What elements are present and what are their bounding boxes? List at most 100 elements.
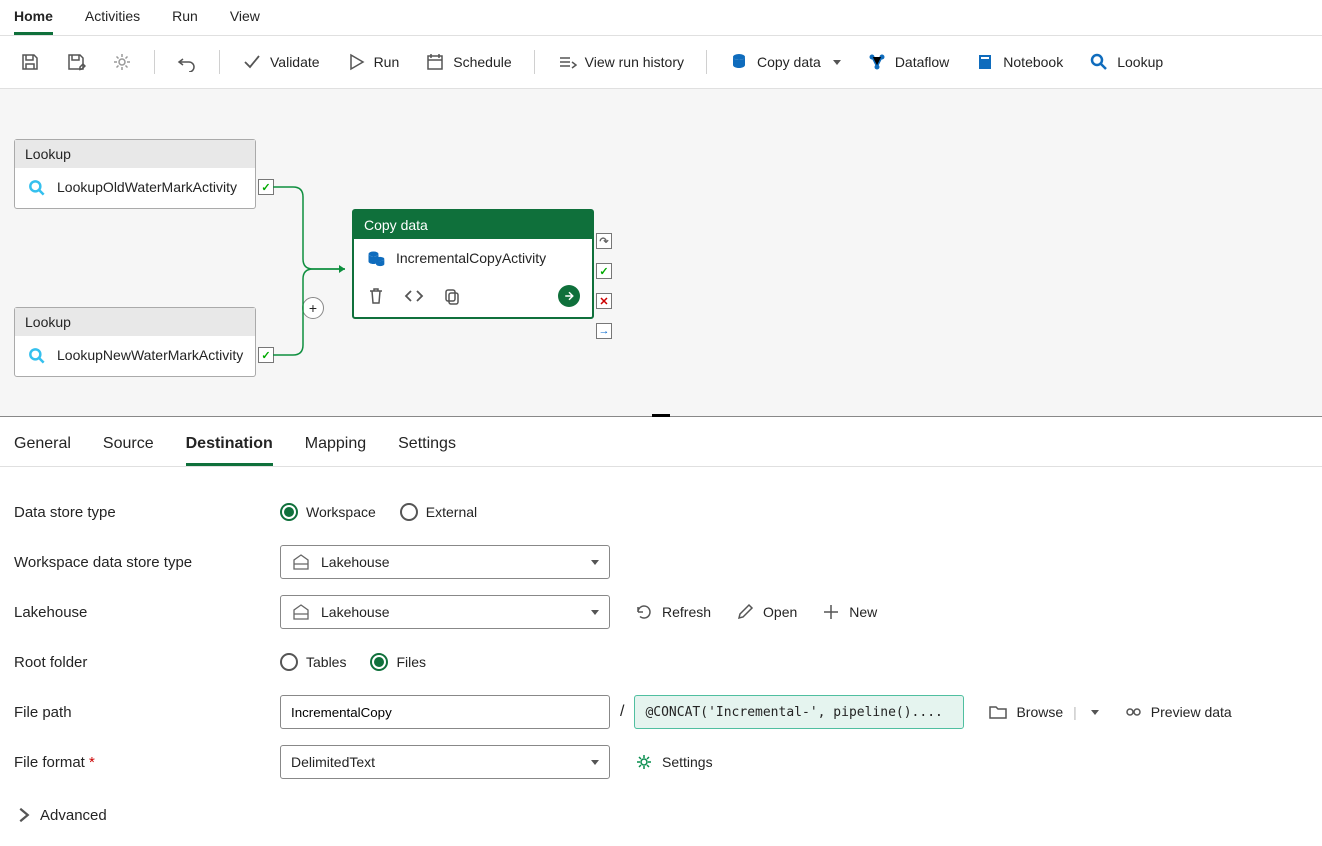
copy-data-label: Copy data bbox=[757, 54, 821, 70]
select-ws-store-type[interactable]: Lakehouse bbox=[280, 545, 610, 579]
tab-general[interactable]: General bbox=[14, 435, 71, 466]
chevron-down-icon bbox=[591, 610, 599, 615]
radio-off-icon bbox=[400, 503, 418, 521]
input-file-path-expression[interactable]: @CONCAT('Incremental-', pipeline().... bbox=[634, 695, 964, 729]
select-file-format[interactable]: DelimitedText bbox=[280, 745, 610, 779]
refresh-label: Refresh bbox=[662, 604, 711, 620]
skip-output-badge[interactable]: ↷ bbox=[596, 233, 612, 249]
label-file-path: File path bbox=[14, 704, 280, 721]
pipeline-canvas[interactable]: Lookup LookupOldWaterMarkActivity ✓ Look… bbox=[0, 89, 1322, 417]
save-button[interactable] bbox=[10, 46, 50, 78]
save-as-icon bbox=[66, 52, 86, 72]
dataflow-button[interactable]: Dataflow bbox=[857, 46, 959, 78]
undo-button[interactable] bbox=[167, 46, 207, 78]
radio-files[interactable]: Files bbox=[370, 653, 426, 671]
preview-label: Preview data bbox=[1151, 704, 1232, 720]
browse-button[interactable]: Browse bbox=[988, 702, 1063, 722]
path-separator: / bbox=[620, 703, 624, 721]
history-icon bbox=[557, 52, 577, 72]
panel-splitter[interactable] bbox=[652, 414, 670, 417]
open-label: Open bbox=[763, 604, 797, 620]
lakehouse-icon bbox=[291, 552, 311, 572]
chevron-down-icon bbox=[591, 760, 599, 765]
success-output-badge[interactable]: ✓ bbox=[258, 347, 274, 363]
select-value: Lakehouse bbox=[321, 604, 390, 620]
success-output-badge[interactable]: ✓ bbox=[596, 263, 612, 279]
check-icon bbox=[242, 52, 262, 72]
toolbar-separator: | bbox=[1073, 704, 1077, 720]
input-file-path-folder[interactable] bbox=[280, 695, 610, 729]
label-data-store-type: Data store type bbox=[14, 504, 280, 521]
calendar-icon bbox=[425, 52, 445, 72]
copy-data-button[interactable]: Copy data bbox=[719, 46, 851, 78]
dataflow-icon bbox=[867, 52, 887, 72]
delete-icon[interactable] bbox=[366, 286, 386, 306]
tab-destination[interactable]: Destination bbox=[186, 435, 273, 466]
run-button[interactable]: Run bbox=[336, 46, 410, 78]
activity-type-label: Copy data bbox=[354, 211, 592, 239]
activity-copy-data[interactable]: Copy data IncrementalCopyActivity bbox=[352, 209, 594, 319]
toolbar-separator bbox=[706, 50, 707, 74]
notebook-icon bbox=[975, 52, 995, 72]
radio-label: Workspace bbox=[306, 504, 376, 520]
toolbar: Validate Run Schedule View run history C… bbox=[0, 36, 1322, 89]
code-icon[interactable] bbox=[404, 286, 424, 306]
radio-label: Tables bbox=[306, 654, 346, 670]
ribbon-tab-activities[interactable]: Activities bbox=[85, 8, 140, 35]
settings-gear-button[interactable] bbox=[102, 46, 142, 78]
label-file-format: File format * bbox=[14, 754, 280, 771]
run-activity-icon[interactable] bbox=[558, 285, 580, 307]
copy-icon[interactable] bbox=[442, 286, 462, 306]
select-lakehouse[interactable]: Lakehouse bbox=[280, 595, 610, 629]
schedule-button[interactable]: Schedule bbox=[415, 46, 521, 78]
folder-icon bbox=[988, 702, 1008, 722]
open-button[interactable]: Open bbox=[735, 602, 797, 622]
radio-tables[interactable]: Tables bbox=[280, 653, 346, 671]
toolbar-separator bbox=[219, 50, 220, 74]
completion-output-badge[interactable]: → bbox=[596, 323, 612, 339]
activity-lookup-old[interactable]: Lookup LookupOldWaterMarkActivity bbox=[14, 139, 256, 209]
advanced-label: Advanced bbox=[40, 807, 107, 824]
tab-settings[interactable]: Settings bbox=[398, 435, 456, 466]
radio-on-icon bbox=[370, 653, 388, 671]
tab-source[interactable]: Source bbox=[103, 435, 154, 466]
save-icon bbox=[20, 52, 40, 72]
lookup-button[interactable]: Lookup bbox=[1079, 46, 1173, 78]
notebook-label: Notebook bbox=[1003, 54, 1063, 70]
activity-type-label: Lookup bbox=[15, 308, 255, 336]
ribbon-tab-home[interactable]: Home bbox=[14, 8, 53, 35]
radio-workspace[interactable]: Workspace bbox=[280, 503, 376, 521]
notebook-button[interactable]: Notebook bbox=[965, 46, 1073, 78]
search-icon bbox=[27, 346, 47, 366]
label-lakehouse: Lakehouse bbox=[14, 604, 280, 621]
gear-icon bbox=[634, 752, 654, 772]
activity-title: IncrementalCopyActivity bbox=[396, 250, 546, 268]
play-icon bbox=[346, 52, 366, 72]
view-history-button[interactable]: View run history bbox=[547, 46, 694, 78]
refresh-button[interactable]: Refresh bbox=[634, 602, 711, 622]
activity-lookup-new[interactable]: Lookup LookupNewWaterMarkActivity bbox=[14, 307, 256, 377]
preview-data-button[interactable]: Preview data bbox=[1123, 702, 1232, 722]
save-as-button[interactable] bbox=[56, 46, 96, 78]
fail-output-badge[interactable]: ✕ bbox=[596, 293, 612, 309]
success-output-badge[interactable]: ✓ bbox=[258, 179, 274, 195]
format-settings-button[interactable]: Settings bbox=[634, 752, 713, 772]
toolbar-separator bbox=[534, 50, 535, 74]
validate-button[interactable]: Validate bbox=[232, 46, 330, 78]
select-value: DelimitedText bbox=[291, 754, 375, 770]
ribbon-tab-run[interactable]: Run bbox=[172, 8, 198, 35]
search-icon bbox=[1089, 52, 1109, 72]
radio-external[interactable]: External bbox=[400, 503, 477, 521]
database-icon bbox=[729, 52, 749, 72]
lakehouse-icon bbox=[291, 602, 311, 622]
validate-label: Validate bbox=[270, 54, 320, 70]
tab-mapping[interactable]: Mapping bbox=[305, 435, 366, 466]
advanced-toggle[interactable]: Advanced bbox=[14, 787, 1308, 825]
add-activity-node[interactable]: + bbox=[302, 297, 324, 319]
destination-form: Data store type Workspace External Works… bbox=[0, 467, 1322, 845]
new-button[interactable]: New bbox=[821, 602, 877, 622]
history-label: View run history bbox=[585, 54, 684, 70]
chevron-right-icon bbox=[14, 805, 34, 825]
ribbon-tab-view[interactable]: View bbox=[230, 8, 260, 35]
chevron-down-icon[interactable] bbox=[1091, 710, 1099, 715]
